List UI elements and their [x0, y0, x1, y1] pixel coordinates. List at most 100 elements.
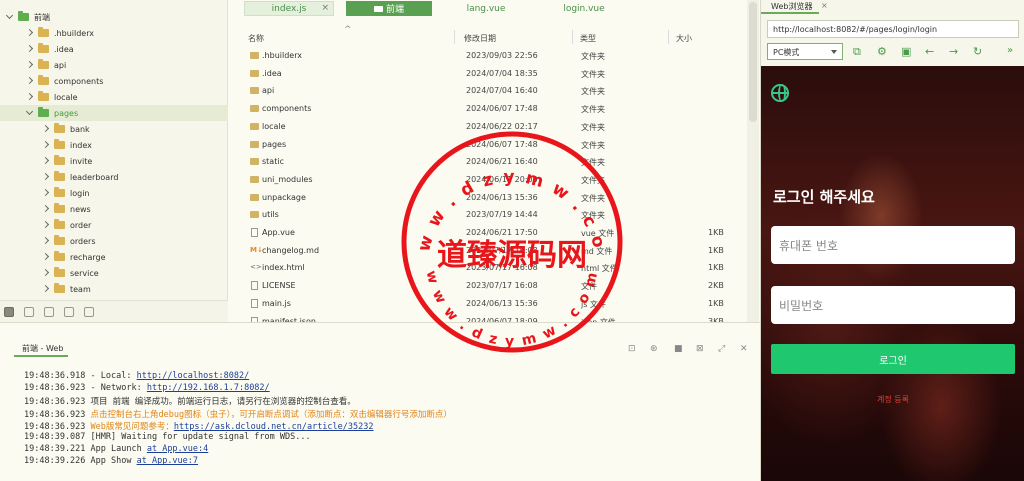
plugin-icon[interactable] [24, 306, 34, 317]
more-icon[interactable]: » [1007, 45, 1013, 56]
chevron-right-icon[interactable] [42, 141, 50, 149]
file-size: 2KB [708, 281, 724, 291]
chevron-right-icon[interactable] [42, 221, 50, 229]
file-row[interactable]: static 2024/06/21 16:40 文件夹 [228, 153, 760, 170]
tab-login-vue[interactable]: login.vue [554, 1, 614, 16]
globe-icon[interactable] [771, 84, 789, 102]
log-link[interactable]: http://localhost:8082/ [137, 371, 250, 381]
file-row[interactable]: utils 2023/07/19 14:44 文件夹 [228, 206, 760, 223]
chevron-right-icon[interactable] [42, 285, 50, 293]
browser-title[interactable]: Web浏览器 [771, 1, 812, 12]
close-icon[interactable]: ✕ [740, 344, 748, 354]
chevron-down-icon[interactable] [6, 13, 14, 21]
file-row[interactable]: M↓ changelog.md 2023/07/17 16:08 md 文件 1KB [228, 242, 760, 259]
chevron-right-icon[interactable] [42, 173, 50, 181]
chevron-right-icon[interactable] [42, 125, 50, 133]
tree-item[interactable]: .hbuilderx [0, 25, 228, 41]
search-icon[interactable] [64, 306, 74, 317]
file-row[interactable]: .hbuilderx 2023/09/03 22:56 文件夹 [228, 47, 760, 64]
column-divider[interactable] [668, 30, 669, 44]
tree-item[interactable]: service [0, 265, 228, 281]
log-link[interactable]: at App.vue:7 [137, 456, 198, 466]
file-row[interactable]: pages 2024/06/07 17:48 文件夹 [228, 136, 760, 153]
stop-icon[interactable]: ■ [674, 344, 683, 354]
chevron-right-icon[interactable] [42, 253, 50, 261]
arrow-right-icon[interactable]: → [949, 45, 958, 58]
chevron-right-icon[interactable] [42, 237, 50, 245]
tree-root[interactable]: 前端 [0, 9, 228, 25]
chevron-right-icon[interactable] [26, 45, 34, 53]
file-row[interactable]: LICENSE 2023/07/17 16:08 文件 2KB [228, 277, 760, 294]
chevron-right-icon[interactable] [26, 29, 34, 37]
column-divider[interactable] [454, 30, 455, 44]
chevron-right-icon[interactable] [42, 205, 50, 213]
file-row[interactable]: unpackage 2024/06/13 15:36 文件夹 [228, 189, 760, 206]
file-row[interactable]: App.vue 2024/06/21 17:50 vue 文件 1KB [228, 224, 760, 241]
chevron-right-icon[interactable] [42, 269, 50, 277]
file-icon [251, 228, 258, 237]
chevron-right-icon[interactable] [42, 157, 50, 165]
refresh-icon[interactable]: ↻ [973, 45, 982, 58]
chevron-right-icon[interactable] [26, 93, 34, 101]
screenshot-icon[interactable]: ⧉ [853, 45, 861, 59]
tree-item[interactable]: leaderboard [0, 169, 228, 185]
column-type[interactable]: 类型 [580, 33, 596, 44]
tree-item[interactable]: order [0, 217, 228, 233]
login-button[interactable]: 로그인 [771, 344, 1015, 374]
column-modified[interactable]: 修改日期 [464, 33, 496, 44]
close-icon[interactable]: × [821, 1, 828, 10]
tree-item[interactable]: index [0, 137, 228, 153]
tree-item[interactable]: locale [0, 89, 228, 105]
tree-item[interactable]: pages [0, 105, 228, 121]
tree-item[interactable]: components [0, 73, 228, 89]
editor-scrollbar[interactable] [747, 0, 759, 322]
url-input[interactable]: http://localhost:8082/#/pages/login/logi… [767, 20, 1019, 38]
tab-lang-vue[interactable]: lang.vue [456, 1, 516, 16]
log-link[interactable]: https://ask.dcloud.net.cn/article/35232 [174, 422, 374, 432]
file-row[interactable]: main.js 2024/06/13 15:36 js 文件 1KB [228, 295, 760, 312]
tree-item[interactable]: invite [0, 153, 228, 169]
chevron-right-icon[interactable] [42, 189, 50, 197]
tree-item[interactable]: news [0, 201, 228, 217]
lock-icon[interactable]: ⊡ [628, 344, 636, 354]
trash-icon[interactable] [44, 306, 54, 317]
copy-icon[interactable] [84, 306, 94, 317]
tab-index-js[interactable]: index.js × [244, 1, 334, 16]
maximize-icon[interactable]: ⤢ [718, 344, 725, 354]
scrollbar-thumb[interactable] [749, 2, 757, 122]
mode-select[interactable]: PC模式 [767, 43, 843, 60]
chevron-right-icon[interactable] [26, 61, 34, 69]
tree-item[interactable]: login [0, 185, 228, 201]
tree-item[interactable]: api [0, 57, 228, 73]
password-input[interactable]: 비밀번호 [771, 286, 1015, 324]
chevron-down-icon[interactable] [26, 109, 34, 117]
column-name[interactable]: 名称 [248, 33, 264, 44]
phone-input[interactable]: 휴대폰 번호 [771, 226, 1015, 264]
gear-icon[interactable]: ⚙ [877, 45, 887, 58]
console-tab[interactable]: 前端 - Web [22, 343, 63, 354]
tree-item[interactable]: bank [0, 121, 228, 137]
file-row[interactable]: api 2024/07/04 16:40 文件夹 [228, 82, 760, 99]
project-manager-icon[interactable] [4, 306, 14, 317]
file-row[interactable]: <> index.html 2023/07/17 16:08 html 文件 1KB [228, 259, 760, 276]
file-row[interactable]: locale 2024/06/22 02:17 文件夹 [228, 118, 760, 135]
tree-item[interactable]: recharge [0, 249, 228, 265]
arrow-left-icon[interactable]: ← [925, 45, 934, 58]
terminal-icon[interactable]: ▣ [901, 45, 911, 58]
file-row[interactable]: uni_modules 2024/06/11 20:00 文件夹 [228, 171, 760, 188]
chevron-right-icon[interactable] [26, 77, 34, 85]
column-size[interactable]: 大小 [676, 33, 692, 44]
column-divider[interactable] [572, 30, 573, 44]
log-link[interactable]: http://192.168.1.7:8082/ [147, 383, 270, 393]
tab-frontend[interactable]: 前端 [346, 1, 432, 16]
register-link[interactable]: 계정 등록 [761, 394, 1024, 405]
tree-item[interactable]: .idea [0, 41, 228, 57]
clear-icon[interactable]: ⊠ [696, 344, 704, 354]
debug-icon[interactable]: ⊛ [650, 344, 658, 354]
file-row[interactable]: components 2024/06/07 17:48 文件夹 [228, 100, 760, 117]
close-icon[interactable]: × [321, 3, 329, 13]
file-row[interactable]: .idea 2024/07/04 18:35 文件夹 [228, 65, 760, 82]
tree-item[interactable]: team [0, 281, 228, 297]
log-link[interactable]: at App.vue:4 [147, 444, 208, 454]
tree-item[interactable]: orders [0, 233, 228, 249]
